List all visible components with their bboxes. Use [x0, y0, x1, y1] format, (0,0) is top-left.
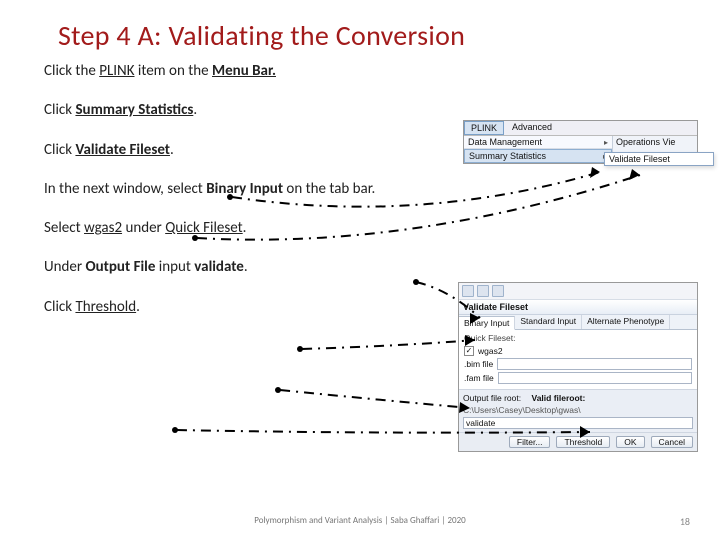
menu-bar: PLINK Advanced [464, 121, 697, 136]
toolbar-icon [477, 285, 489, 297]
menu-row-summary-statistics[interactable]: Summary Statistics▸ [464, 149, 612, 163]
dialog-titlebar: Validate Fileset [459, 300, 697, 315]
menu-plink[interactable]: PLINK [464, 121, 504, 135]
fam-file-input[interactable] [498, 372, 692, 384]
menu-row-data-management[interactable]: Data Management▸ [464, 136, 612, 149]
slide-title: Step 4 A: Validating the Conversion [44, 18, 676, 53]
dialog-toolbar [459, 283, 697, 300]
dialog-output-section: Output file root: Valid fileroot: C:\Use… [459, 389, 697, 432]
fam-file-row: .fam file [464, 371, 692, 385]
toolbar-icon [462, 285, 474, 297]
submenu-validate-fileset: Validate Fileset [604, 152, 714, 166]
chevron-right-icon: ▸ [604, 138, 608, 147]
cancel-button[interactable]: Cancel [651, 436, 693, 448]
dialog-tab-bar: Binary Input Standard Input Alternate Ph… [459, 315, 697, 330]
quick-fileset-label: Quick Fileset: [464, 333, 692, 343]
filter-button[interactable]: Filter... [509, 436, 551, 448]
ok-button[interactable]: OK [616, 436, 644, 448]
quick-fileset-name: wgas2 [478, 346, 503, 356]
checkbox-wgas2[interactable]: ✓ [464, 346, 474, 356]
menu-advanced[interactable]: Advanced [506, 121, 558, 135]
tab-alternate-phenotype[interactable]: Alternate Phenotype [582, 315, 670, 329]
submenu-item-validate-fileset[interactable]: Validate Fileset [605, 153, 713, 165]
instruction-body: Click the PLINK item on the Menu Bar. Cl… [44, 63, 676, 316]
slide-footer: Polymorphism and Variant Analysis | Saba… [0, 515, 720, 526]
output-file-input[interactable]: validate [463, 417, 693, 429]
dialog-body: Quick Fileset: ✓ wgas2 .bim file .fam fi… [459, 330, 697, 389]
quick-fileset-row: ✓ wgas2 [464, 345, 692, 357]
step-6: Under Output File input validate. [44, 259, 676, 276]
inset-validate-dialog: Validate Fileset Binary Input Standard I… [458, 282, 698, 452]
step-2: Click Summary Statistics. [44, 102, 676, 119]
threshold-button[interactable]: Threshold [556, 436, 610, 448]
page-number: 18 [680, 515, 690, 528]
bim-file-input[interactable] [497, 358, 692, 370]
step-4: In the next window, select Binary Input … [44, 181, 414, 198]
bim-file-row: .bim file [464, 357, 692, 371]
inset-plink-menu: PLINK Advanced Data Management▸ Summary … [463, 120, 698, 164]
step-1: Click the PLINK item on the Menu Bar. [44, 63, 676, 80]
step-5: Select wgas2 under Quick Fileset. [44, 220, 676, 237]
toolbar-icon [492, 285, 504, 297]
tab-standard-input[interactable]: Standard Input [515, 315, 582, 329]
dialog-button-row: Filter... Threshold OK Cancel [459, 432, 697, 451]
tab-binary-input[interactable]: Binary Input [459, 316, 515, 330]
